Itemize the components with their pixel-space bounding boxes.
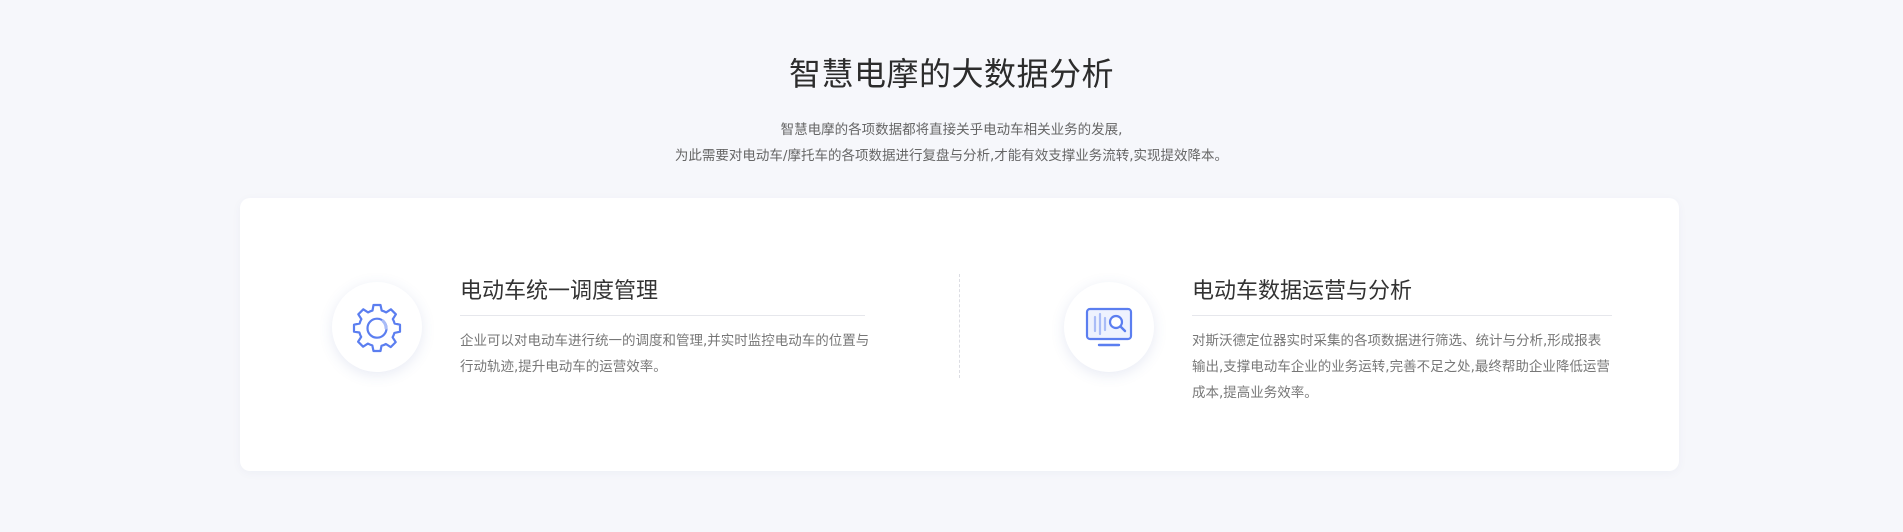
feature-underline [460,315,865,316]
section-subtitle-line-1: 智慧电摩的各项数据都将直接关乎电动车相关业务的发展, [780,122,1123,138]
feature-description: 企业可以对电动车进行统一的调度和管理,并实时监控电动车的位置与行动轨迹,提升电动… [460,333,870,375]
feature-icon-circle [332,282,422,372]
features-divider [959,274,960,378]
feature-description: 对斯沃德定位器实时采集的各项数据进行筛选、统计与分析,形成报表输出,支撑电动车企… [1192,333,1610,401]
feature-icon-circle [1064,282,1154,372]
feature-title: 电动车数据运营与分析 [1192,279,1413,304]
feature-title: 电动车统一调度管理 [460,279,659,304]
section-title: 智慧电摩的大数据分析 [788,55,1114,93]
section-subtitle-line-2: 为此需要对电动车/摩托车的各项数据进行复盘与分析,才能有效支撑业务流转,实现提效… [674,148,1229,164]
monitor-search-icon [1085,307,1133,347]
gear-icon [352,303,402,353]
features-card: 电动车统一调度管理 企业可以对电动车进行统一的调度和管理,并实时监控电动车的位置… [240,198,1679,471]
feature-underline [1192,315,1612,316]
